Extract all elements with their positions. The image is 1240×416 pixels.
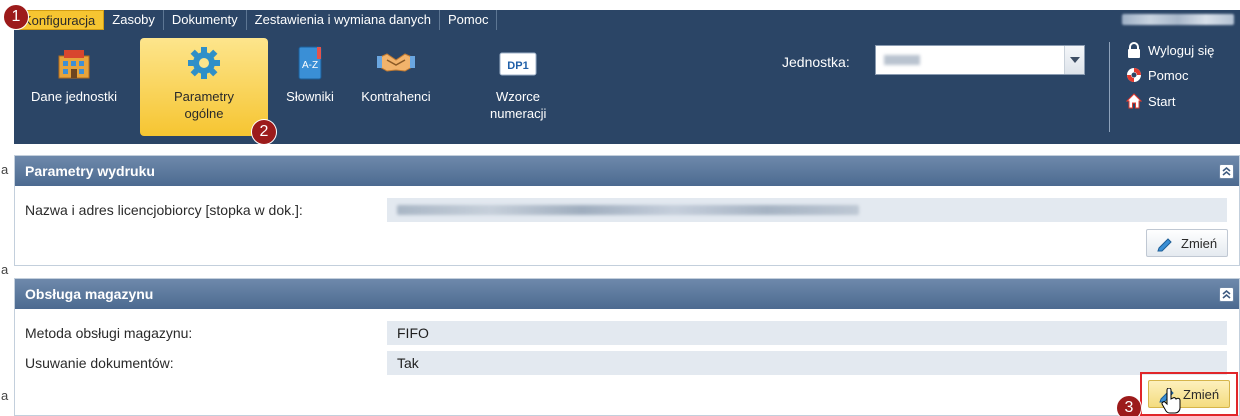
field-value <box>387 198 1227 222</box>
menu-zestawienia[interactable]: Zestawienia i wymiana danych <box>247 10 440 30</box>
field-label: Usuwanie dokumentów: <box>25 355 174 371</box>
ribbon-label: Wzorce numeracji <box>490 89 547 121</box>
panel-title: Parametry wydruku <box>25 163 155 179</box>
app-window: a a a Konfiguracja Zasoby Dokumenty Zest… <box>0 0 1240 416</box>
field-label: Nazwa i adres licencjobiorcy [stopka w d… <box>25 202 303 218</box>
handshake-icon <box>377 53 415 72</box>
unit-label: Jednostka: <box>782 54 850 70</box>
logout-label: Wyloguj się <box>1148 42 1215 58</box>
svg-text:A-Z: A-Z <box>302 60 318 71</box>
dictionary-icon: A-Z <box>298 46 322 80</box>
ribbon-label: Dane jednostki <box>31 89 117 104</box>
gutter-text: a <box>1 388 9 403</box>
help-label: Pomoc <box>1148 67 1189 83</box>
lifebuoy-icon <box>1127 68 1141 82</box>
edit-button[interactable]: Zmień <box>1146 229 1228 257</box>
logout-link[interactable]: Wyloguj się <box>1126 42 1214 58</box>
building-icon <box>58 50 90 79</box>
ribbon-dane-jednostki[interactable]: Dane jednostki <box>14 38 134 136</box>
unit-select[interactable] <box>875 45 1085 75</box>
collapse-icon[interactable] <box>1219 287 1234 302</box>
field-row: Nazwa i adres licencjobiorcy [stopka w d… <box>25 198 1227 222</box>
ribbon-separator <box>1109 42 1110 132</box>
ribbon-label: Parametry ogólne <box>174 89 234 121</box>
ribbon-label: Kontrahenci <box>361 89 431 104</box>
gutter-text: a <box>1 262 9 277</box>
edit-button-label: Zmień <box>1183 387 1220 402</box>
menu-pomoc[interactable]: Pomoc <box>440 10 498 30</box>
pencil-icon <box>1157 238 1172 252</box>
panel-header: Obsługa magazynu <box>15 279 1239 309</box>
ribbon-label: Słowniki <box>286 89 334 104</box>
step-badge: 1 <box>3 4 29 30</box>
home-icon <box>1126 93 1142 109</box>
blurred-licensee-address <box>397 205 859 215</box>
menu-zasoby[interactable]: Zasoby <box>104 10 164 30</box>
panel-title: Obsługa magazynu <box>25 286 154 302</box>
field-value: Tak <box>387 351 1227 375</box>
svg-text:DP1: DP1 <box>507 60 528 72</box>
field-value: FIFO <box>387 321 1227 345</box>
numbering-template-icon: DP1 <box>499 52 537 76</box>
start-link[interactable]: Start <box>1126 93 1175 109</box>
ribbon-kontrahenci[interactable]: Kontrahenci <box>350 38 442 136</box>
menu-dokumenty[interactable]: Dokumenty <box>164 10 247 30</box>
collapse-icon[interactable] <box>1219 164 1234 179</box>
step-badge: 2 <box>251 119 277 145</box>
unit-select-value <box>884 55 920 65</box>
ribbon-wzorce-numeracji[interactable]: DP1 Wzorce numeracji <box>472 38 564 136</box>
panel-warehouse: Obsługa magazynu Metoda obsługi magazynu… <box>14 278 1240 416</box>
chevron-down-icon[interactable] <box>1064 46 1084 74</box>
field-row: Metoda obsługi magazynu: FIFO <box>25 321 1227 345</box>
gutter-text: a <box>1 162 9 177</box>
ribbon-toolbar: Dane jednostki Parametry ogólne A-Z Słow… <box>14 30 1240 144</box>
field-row: Usuwanie dokumentów: Tak <box>25 351 1227 375</box>
hand-cursor-icon <box>1161 388 1181 414</box>
panel-print-params: Parametry wydruku Nazwa i adres licencjo… <box>14 155 1240 266</box>
panel-header: Parametry wydruku <box>15 156 1239 186</box>
field-label: Metoda obsługi magazynu: <box>25 325 193 341</box>
ribbon-parametry-ogolne[interactable]: Parametry ogólne <box>140 38 268 136</box>
main-menubar: Konfiguracja Zasoby Dokumenty Zestawieni… <box>14 10 1240 30</box>
lock-icon <box>1128 42 1140 58</box>
step-badge: 3 <box>1116 395 1142 416</box>
start-label: Start <box>1148 93 1176 109</box>
ribbon-slowniki[interactable]: A-Z Słowniki <box>274 38 346 136</box>
logged-user-name <box>1122 14 1234 25</box>
help-link[interactable]: Pomoc <box>1126 67 1188 83</box>
gear-icon <box>188 47 220 79</box>
edit-button-label: Zmień <box>1181 236 1218 251</box>
